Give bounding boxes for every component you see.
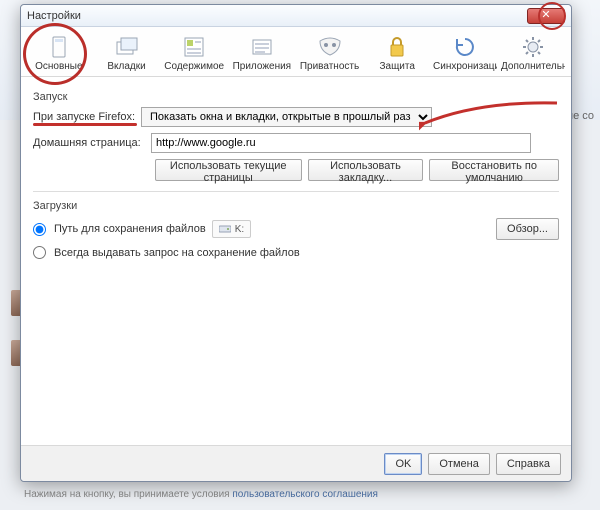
dialog-content: Запуск При запуске Firefox: Показать окн…: [21, 77, 571, 273]
tab-label: Дополнительные: [501, 61, 565, 72]
tab-security[interactable]: Защита: [363, 31, 431, 74]
startup-action-select[interactable]: Показать окна и вкладки, открытые в прош…: [141, 107, 432, 127]
browse-button[interactable]: Обзор...: [496, 218, 559, 240]
cancel-button[interactable]: Отмена: [428, 453, 489, 475]
gear-icon: [501, 35, 565, 59]
annotation-underline: [33, 123, 137, 126]
save-path-label: Путь для сохранения файлов: [54, 223, 206, 235]
general-icon: [27, 35, 91, 59]
tab-label: Вкладки: [95, 61, 159, 72]
sync-icon: [433, 35, 497, 59]
tab-content[interactable]: Содержимое: [160, 31, 228, 74]
content-icon: [162, 35, 226, 59]
homepage-label: Домашняя страница:: [33, 137, 145, 149]
save-path-radio[interactable]: [33, 223, 46, 236]
apps-icon: [230, 35, 294, 59]
settings-dialog: Настройки ✕ Основные Вкладки Содержимое: [20, 4, 572, 482]
always-ask-radio[interactable]: [33, 246, 46, 259]
drive-icon: [219, 224, 231, 234]
tab-label: Приложения: [230, 61, 294, 72]
mask-icon: [298, 35, 362, 59]
tab-sync[interactable]: Синхронизация: [431, 31, 499, 74]
startup-group-label: Запуск: [33, 91, 559, 103]
tab-privacy[interactable]: Приватность: [296, 31, 364, 74]
terms-link[interactable]: пользовательского соглашения: [232, 489, 378, 500]
ok-button[interactable]: OK: [384, 453, 422, 475]
downloads-group-label: Загрузки: [33, 200, 559, 212]
homepage-input[interactable]: [151, 133, 531, 153]
tab-general[interactable]: Основные: [25, 31, 93, 74]
tab-label: Синхронизация: [433, 61, 497, 72]
tab-advanced[interactable]: Дополнительные: [499, 31, 567, 74]
tab-label: Защита: [365, 61, 429, 72]
tab-label: Приватность: [298, 61, 362, 72]
dialog-footer: OK Отмена Справка: [21, 445, 571, 481]
download-folder-value: K:: [235, 224, 244, 235]
close-button[interactable]: ✕: [527, 8, 565, 24]
tab-tabs[interactable]: Вкладки: [93, 31, 161, 74]
close-icon: ✕: [541, 9, 550, 21]
divider: [33, 191, 559, 192]
dialog-title: Настройки: [27, 10, 81, 22]
startup-label: При запуске Firefox:: [33, 111, 135, 123]
use-current-pages-button[interactable]: Использовать текущие страницы: [155, 159, 302, 181]
tab-apps[interactable]: Приложения: [228, 31, 296, 74]
always-ask-label: Всегда выдавать запрос на сохранение фай…: [54, 247, 300, 259]
tab-label: Основные: [27, 61, 91, 72]
lock-icon: [365, 35, 429, 59]
tab-label: Содержимое: [162, 61, 226, 72]
help-button[interactable]: Справка: [496, 453, 561, 475]
use-bookmark-button[interactable]: Использовать закладку...: [308, 159, 424, 181]
titlebar: Настройки ✕: [21, 5, 571, 27]
background-footer: Нажимая на кнопку, вы принимаете условия…: [24, 489, 378, 500]
download-folder-chip: K:: [212, 220, 251, 238]
tabs-icon: [95, 35, 159, 59]
category-toolbar: Основные Вкладки Содержимое Приложения П…: [21, 27, 571, 77]
restore-default-button[interactable]: Восстановить по умолчанию: [429, 159, 559, 181]
